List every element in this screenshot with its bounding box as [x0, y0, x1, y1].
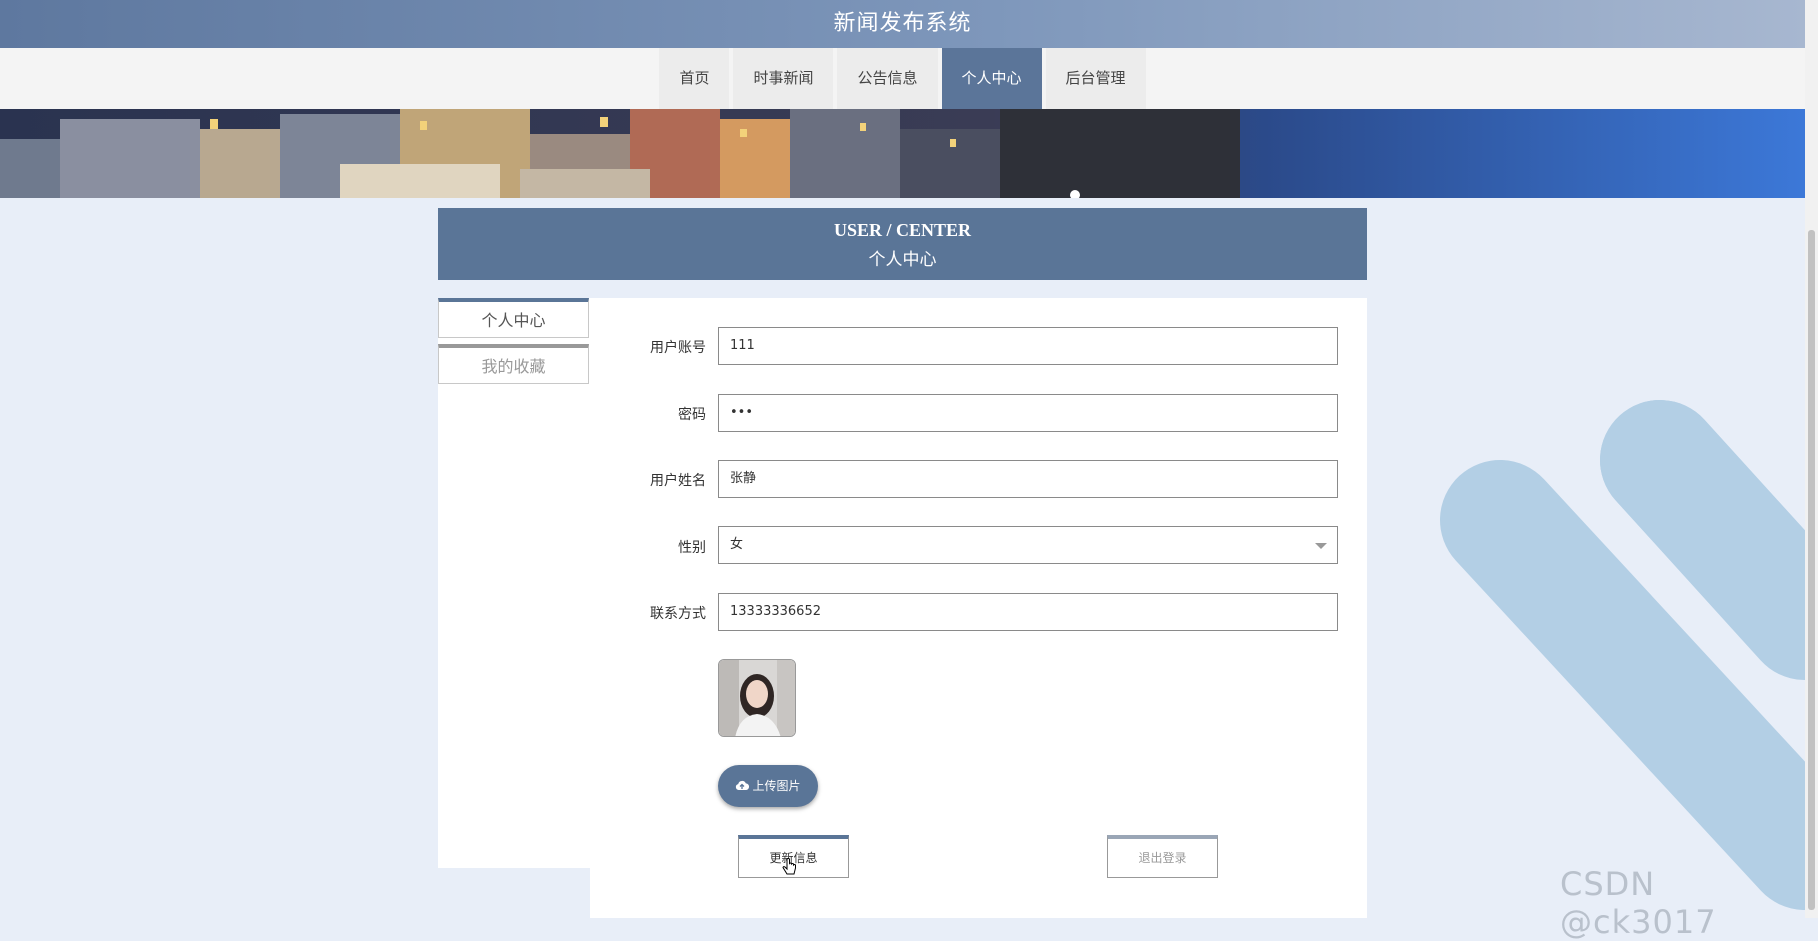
nav-item-home[interactable]: 首页 — [659, 48, 730, 109]
nav-item-announcements[interactable]: 公告信息 — [837, 48, 938, 109]
password-label: 密码 — [678, 407, 706, 423]
gender-select[interactable]: 女 — [718, 526, 1338, 564]
account-input[interactable]: 111 — [718, 327, 1338, 365]
page-header-cn: 个人中心 — [868, 250, 937, 270]
logout-button[interactable]: 退出登录 — [1107, 835, 1218, 878]
nav-item-user-center[interactable]: 个人中心 — [941, 48, 1042, 109]
hand-cursor-icon — [782, 858, 798, 883]
scrollbar-thumb[interactable] — [1808, 230, 1815, 910]
top-header: 新闻发布系统 — [0, 0, 1805, 48]
page-header: USER / CENTER 个人中心 — [438, 208, 1367, 280]
name-label: 用户姓名 — [650, 473, 706, 489]
banner-image — [0, 109, 1805, 198]
upload-image-label: 上传图片 — [752, 779, 801, 793]
contact-input[interactable]: 13333336652 — [718, 593, 1338, 631]
upload-image-button[interactable]: 上传图片 — [718, 765, 818, 807]
gender-value: 女 — [730, 537, 744, 552]
contact-label: 联系方式 — [650, 606, 706, 622]
main-nav: 首页 时事新闻 公告信息 个人中心 后台管理 — [0, 48, 1805, 109]
sidebar-item-user-center[interactable]: 个人中心 — [438, 298, 589, 338]
cloud-upload-icon — [735, 766, 750, 808]
name-input[interactable]: 张静 — [718, 460, 1338, 498]
avatar — [718, 659, 796, 737]
gender-label: 性别 — [678, 540, 706, 556]
chevron-down-icon — [1315, 543, 1327, 549]
account-label: 用户账号 — [650, 340, 706, 356]
page-header-en: USER / CENTER — [833, 220, 972, 240]
watermark-text: CSDN @ck3017 — [1560, 865, 1717, 941]
sidebar-item-favorites[interactable]: 我的收藏 — [438, 344, 589, 384]
nav-item-current-news[interactable]: 时事新闻 — [733, 48, 834, 109]
site-title: 新闻发布系统 — [833, 11, 972, 36]
nav-item-admin[interactable]: 后台管理 — [1045, 48, 1146, 109]
password-input[interactable]: ••• — [718, 394, 1338, 432]
